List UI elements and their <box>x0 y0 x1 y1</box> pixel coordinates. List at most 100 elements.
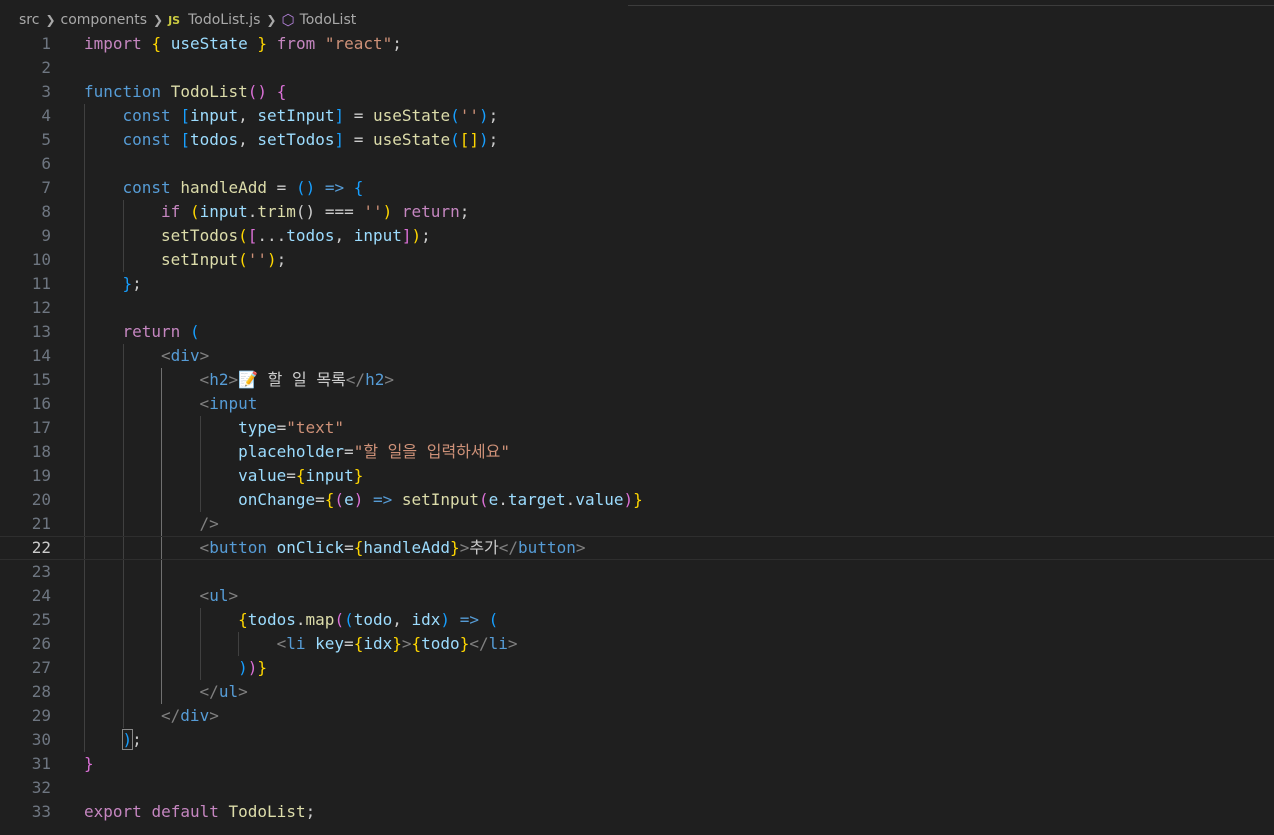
code-text: </div> <box>161 704 219 728</box>
code-line[interactable]: 1 import { useState } from "react"; <box>0 32 1274 56</box>
code-line[interactable]: 3 function TodoList() { <box>0 80 1274 104</box>
code-token: } <box>633 490 643 509</box>
code-line[interactable]: 24 <ul> <box>0 584 1274 608</box>
code-token: TodoList <box>228 802 306 821</box>
code-token: ( <box>189 322 200 341</box>
code-line[interactable]: 5 const [todos, setTodos] = useState([]); <box>0 128 1274 152</box>
code-line[interactable]: 23 <box>0 560 1274 584</box>
code-token: ( <box>478 490 489 509</box>
code-line[interactable]: 9 setTodos([...todos, input]); <box>0 224 1274 248</box>
code-token: [ <box>180 130 190 149</box>
line-number: 5 <box>41 130 51 149</box>
breadcrumb-folder-components[interactable]: components <box>61 12 148 28</box>
line-number: 13 <box>31 322 51 341</box>
code-line[interactable]: 16 <input <box>0 392 1274 416</box>
code-token: TodoList <box>170 82 248 101</box>
code-line[interactable]: 20 onChange={(e) => setInput(e.target.val… <box>0 488 1274 512</box>
code-text: setTodos([...todos, input]); <box>161 224 431 248</box>
code-text: <button onClick={handleAdd}>추가</button> <box>200 537 586 559</box>
code-line[interactable]: 7 const handleAdd = () => { <box>0 176 1274 200</box>
code-token: todos <box>189 130 239 149</box>
code-token: => <box>324 178 345 197</box>
code-token: idx <box>363 634 393 653</box>
code-token: ul <box>218 682 239 701</box>
code-token: ( <box>238 226 248 245</box>
code-token: onClick <box>276 538 345 557</box>
code-token: ul <box>209 586 229 605</box>
breadcrumb-symbol[interactable]: TodoList <box>300 12 357 28</box>
code-line[interactable]: 26 <li key={idx}>{todo}</li> <box>0 632 1274 656</box>
code-token: </ <box>161 706 181 725</box>
code-token: ] <box>334 130 345 149</box>
code-line[interactable]: 22 <button onClick={handleAdd}>추가</button… <box>0 536 1274 560</box>
code-line[interactable]: 12 <box>0 296 1274 320</box>
code-line[interactable]: 33 export default TodoList; <box>0 800 1274 824</box>
code-token: input <box>305 466 354 485</box>
code-token: input <box>189 106 239 125</box>
code-token: ; <box>132 274 142 293</box>
code-text: <ul> <box>200 584 239 608</box>
code-text: setInput(''); <box>161 248 286 272</box>
code-line[interactable]: 13 return ( <box>0 320 1274 344</box>
code-line[interactable]: 18 placeholder="할 일을 입력하세요" <box>0 440 1274 464</box>
code-token: ) <box>382 202 393 221</box>
code-editor[interactable]: 1 import { useState } from "react"; 2 3 func… <box>0 32 1274 835</box>
code-token: } <box>257 34 268 53</box>
line-number: 22 <box>31 538 51 557</box>
code-token: ( <box>189 202 200 221</box>
code-text: placeholder="할 일을 입력하세요" <box>238 440 510 464</box>
code-line[interactable]: 11}; <box>0 272 1274 296</box>
code-token: = <box>344 130 374 149</box>
code-token: ) <box>267 250 277 269</box>
code-line[interactable]: 6 <box>0 152 1274 176</box>
code-token: [ <box>180 106 190 125</box>
line-number: 26 <box>31 634 51 653</box>
line-number: 4 <box>41 106 51 125</box>
code-line[interactable]: 31} <box>0 752 1274 776</box>
code-line[interactable]: 10 setInput(''); <box>0 248 1274 272</box>
javascript-file-icon: JS <box>168 13 181 27</box>
code-token: < <box>199 586 210 605</box>
code-line[interactable]: 17 type="text" <box>0 416 1274 440</box>
code-text: if (input.trim() === '') return; <box>161 200 469 224</box>
line-number: 19 <box>31 466 51 485</box>
line-number: 23 <box>31 562 51 581</box>
code-line[interactable]: 29 </div> <box>0 704 1274 728</box>
code-line[interactable]: 14 <div> <box>0 344 1274 368</box>
code-line[interactable]: 8 if (input.trim() === '') return; <box>0 200 1274 224</box>
breadcrumb-folder-src[interactable]: src <box>19 12 39 28</box>
code-token: = <box>344 106 374 125</box>
code-line[interactable]: 15 <h2>📝 할 일 목록</h2> <box>0 368 1274 392</box>
code-token: > <box>575 538 586 557</box>
code-line[interactable]: 19 value={input} <box>0 464 1274 488</box>
code-text: }; <box>123 272 142 296</box>
code-token: > <box>459 538 470 557</box>
code-token: '' <box>247 250 267 269</box>
code-line[interactable]: 2 <box>0 56 1274 80</box>
code-token: , <box>238 106 258 125</box>
code-line[interactable]: 30); <box>0 728 1274 752</box>
code-token: , <box>334 226 354 245</box>
code-token: ) <box>247 658 258 677</box>
code-line[interactable]: 32 <box>0 776 1274 800</box>
code-token: div <box>180 706 210 725</box>
code-token: useState <box>373 106 451 125</box>
code-line[interactable]: 28 </ul> <box>0 680 1274 704</box>
code-line[interactable]: 21 /> <box>0 512 1274 536</box>
code-line[interactable]: 25 {todos.map((todo, idx) => ( <box>0 608 1274 632</box>
code-token: [ <box>247 226 258 245</box>
code-line[interactable]: 27))} <box>0 656 1274 680</box>
code-text: onChange={(e) => setInput(e.target.value… <box>238 488 643 512</box>
code-line[interactable]: 4 const [input, setInput] = useState(''); <box>0 104 1274 128</box>
code-token: handleAdd <box>363 538 451 557</box>
breadcrumb-file[interactable]: TodoList.js <box>188 12 260 28</box>
code-token: ; <box>276 250 287 269</box>
code-token: { <box>238 610 248 629</box>
code-token: { <box>276 82 287 101</box>
code-token: export <box>84 802 142 821</box>
code-token: ) <box>623 490 634 509</box>
code-token: < <box>276 634 287 653</box>
